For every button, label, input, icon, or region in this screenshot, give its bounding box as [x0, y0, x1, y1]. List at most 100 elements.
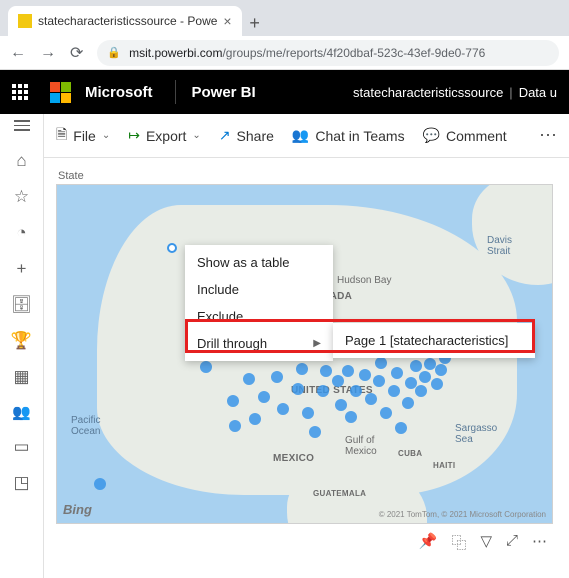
close-tab-icon[interactable]: ×	[223, 13, 231, 29]
context-menu-include[interactable]: Include	[185, 276, 333, 303]
data-point[interactable]	[419, 371, 431, 383]
shared-icon[interactable]: 👥	[10, 403, 34, 421]
favorites-icon[interactable]: ☆	[10, 187, 34, 207]
export-icon: ↦	[128, 127, 140, 144]
browser-tab-bar: statecharacteristicssource - Powe × +	[0, 0, 569, 36]
url-box[interactable]: 🔒 msit.powerbi.com/groups/me/reports/4f2…	[97, 40, 559, 66]
file-menu[interactable]: 🗎File⌄	[56, 124, 110, 148]
teams-icon: 👥	[292, 127, 309, 144]
breadcrumb-page: Data u	[519, 85, 557, 100]
data-point[interactable]	[320, 365, 332, 377]
copy-icon[interactable]: ⿻	[451, 532, 466, 553]
chevron-down-icon: ⌄	[192, 130, 200, 141]
comment-button[interactable]: 💬Comment	[423, 127, 507, 144]
selected-data-point[interactable]	[167, 243, 177, 253]
map-label: MEXICO	[273, 453, 314, 464]
data-point[interactable]	[243, 373, 255, 385]
data-point[interactable]	[391, 367, 403, 379]
new-tab-button[interactable]: +	[242, 10, 268, 36]
more-options-icon[interactable]: ⋯	[532, 532, 547, 553]
data-point[interactable]	[380, 407, 392, 419]
tab-title: statecharacteristicssource - Powe	[38, 14, 217, 28]
data-point[interactable]	[431, 378, 443, 390]
data-point[interactable]	[373, 375, 385, 387]
home-icon[interactable]: ⌂	[10, 151, 34, 171]
data-point[interactable]	[271, 371, 283, 383]
browser-address-bar: ← → ⟳ 🔒 msit.powerbi.com/groups/me/repor…	[0, 36, 569, 70]
powerbi-favicon	[18, 14, 32, 28]
goals-icon[interactable]: 🏆	[10, 331, 34, 351]
learn-icon[interactable]: ▭	[10, 437, 34, 457]
data-point[interactable]	[229, 420, 241, 432]
apps-icon[interactable]: ▦	[10, 367, 34, 387]
share-icon: ↗	[219, 127, 231, 144]
powerbi-label: Power BI	[192, 84, 256, 101]
data-point[interactable]	[375, 357, 387, 369]
export-menu[interactable]: ↦Export⌄	[128, 127, 201, 144]
map-label: GUATEMALA	[313, 489, 366, 498]
visual-title: State	[58, 170, 553, 182]
comment-icon: 💬	[423, 127, 440, 144]
data-point[interactable]	[277, 403, 289, 415]
microsoft-label: Microsoft	[85, 84, 153, 101]
breadcrumb-report[interactable]: statecharacteristicssource	[353, 85, 503, 100]
map-label: Gulf of Mexico	[345, 435, 377, 457]
drill-through-target[interactable]: Page 1 [statecharacteristics]	[333, 327, 535, 354]
forward-icon[interactable]: →	[40, 44, 56, 62]
map-visual[interactable]: CANADA UNITED STATES MEXICO GUATEMALA CU…	[56, 184, 553, 524]
file-icon: 🗎	[56, 124, 67, 148]
data-point[interactable]	[249, 413, 261, 425]
context-menu-exclude[interactable]: Exclude	[185, 303, 333, 330]
datasets-icon[interactable]: 🗄	[10, 295, 34, 315]
data-point[interactable]	[227, 395, 239, 407]
app-launcher-icon[interactable]	[12, 84, 28, 100]
data-point[interactable]	[258, 391, 270, 403]
filter-icon[interactable]: ▽	[480, 532, 492, 553]
breadcrumb: statecharacteristicssource|Data u	[353, 85, 557, 100]
report-canvas: State CANADA UNITED STATES MEXICO GUATEM…	[44, 158, 569, 578]
hamburger-icon[interactable]	[14, 120, 30, 131]
data-point[interactable]	[302, 407, 314, 419]
back-icon[interactable]: ←	[10, 44, 26, 62]
powerbi-header: Microsoft Power BI statecharacteristicss…	[0, 70, 569, 114]
data-point[interactable]	[296, 363, 308, 375]
data-point[interactable]	[335, 399, 347, 411]
reload-icon[interactable]: ⟳	[70, 43, 83, 63]
workspaces-icon[interactable]: ◳	[10, 473, 34, 493]
data-point[interactable]	[317, 385, 329, 397]
more-options-icon[interactable]: ⋯	[539, 125, 557, 146]
browser-tab[interactable]: statecharacteristicssource - Powe ×	[8, 6, 242, 36]
lock-icon: 🔒	[107, 46, 121, 59]
data-point[interactable]	[342, 365, 354, 377]
report-toolbar: 🗎File⌄ ↦Export⌄ ↗Share 👥Chat in Teams 💬C…	[44, 114, 569, 158]
data-point[interactable]	[415, 385, 427, 397]
pin-icon[interactable]: 📌	[419, 532, 438, 553]
map-label: CUBA	[398, 449, 422, 458]
focus-mode-icon[interactable]: ⤢	[506, 532, 518, 553]
data-point[interactable]	[332, 375, 344, 387]
map-attribution: © 2021 TomTom, © 2021 Microsoft Corporat…	[379, 510, 546, 519]
data-point[interactable]	[388, 385, 400, 397]
data-point[interactable]	[395, 422, 407, 434]
map-label: Sargasso Sea	[455, 423, 497, 445]
data-point[interactable]	[292, 383, 304, 395]
context-menu-show-table[interactable]: Show as a table	[185, 249, 333, 276]
data-point[interactable]	[410, 360, 422, 372]
data-point[interactable]	[309, 426, 321, 438]
data-point[interactable]	[345, 411, 357, 423]
recent-icon[interactable]: ◔	[10, 223, 34, 243]
share-button[interactable]: ↗Share	[219, 127, 274, 144]
divider	[175, 80, 176, 104]
nav-rail: ⌂ ☆ ◔ + 🗄 🏆 ▦ 👥 ▭ ◳	[0, 114, 44, 578]
chat-teams-button[interactable]: 👥Chat in Teams	[292, 127, 405, 144]
context-menu-drill-through[interactable]: Drill through▶	[185, 330, 333, 357]
visual-action-bar: 📌 ⿻ ▽ ⤢ ⋯	[56, 524, 553, 553]
data-point[interactable]	[94, 478, 106, 490]
data-point[interactable]	[200, 361, 212, 373]
data-point[interactable]	[435, 364, 447, 376]
data-point[interactable]	[359, 369, 371, 381]
data-point[interactable]	[402, 397, 414, 409]
data-point[interactable]	[350, 385, 362, 397]
data-point[interactable]	[365, 393, 377, 405]
create-icon[interactable]: +	[10, 259, 34, 279]
